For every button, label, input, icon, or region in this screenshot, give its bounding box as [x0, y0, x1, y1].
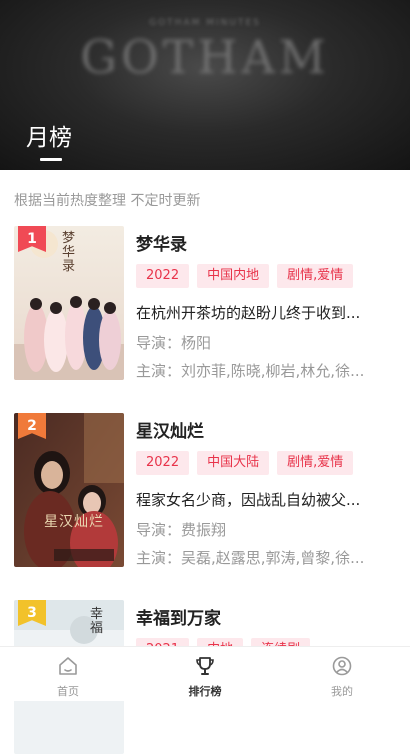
tab-rank-label: 排行榜 [188, 685, 222, 698]
list-item[interactable]: 梦华录 1 梦华录 2022 中国内地 剧情,爱情 在杭州开茶坊的赵盼儿终于收到..… [14, 226, 396, 382]
tab-home-label: 首页 [57, 685, 79, 698]
item-title[interactable]: 星汉灿烂 [136, 417, 204, 442]
poster-illustration [14, 413, 124, 567]
tag-region: 中国内地 [197, 264, 270, 288]
tab-mine[interactable]: 我的 [274, 647, 410, 701]
tab-mine-label: 我的 [331, 685, 353, 698]
item-director: 导演：杨阳 [136, 334, 212, 352]
profile-icon [332, 656, 352, 676]
poster-text: 星汉灿烂 [44, 514, 104, 530]
page-subtitle: 根据当前热度整理 不定时更新 [14, 193, 201, 209]
list-item[interactable]: 星汉灿烂 2 星汉灿烂 2022 中国大陆 剧情,爱情 程家女名少商，因战乱自幼被父… [14, 413, 396, 569]
tab-rank[interactable]: 排行榜 [137, 647, 273, 701]
poster-text: 幸福 [90, 607, 104, 636]
home-icon [59, 657, 77, 675]
trophy-icon [196, 657, 214, 675]
tag-genre: 剧情,爱情 [277, 264, 354, 288]
tag-year: 2022 [136, 451, 190, 475]
title-underline [40, 158, 62, 161]
tab-home[interactable]: 首页 [0, 647, 136, 701]
tag-row: 2022 中国大陆 剧情,爱情 [136, 451, 361, 475]
item-director: 导演：费振翔 [136, 521, 227, 539]
hero-background-subtext: GOTHAM MINUTES [149, 18, 261, 28]
item-description: 在杭州开茶坊的赵盼儿终于收到... [136, 304, 361, 322]
item-description: 程家女名少商，因战乱自幼被父... [136, 491, 361, 509]
item-cast: 主演：刘亦菲,陈晓,柳岩,林允,徐... [136, 362, 365, 380]
bottom-tab-bar: 首页 排行榜 我的 [0, 646, 410, 701]
poster-image[interactable]: 梦华录 1 [14, 226, 124, 380]
tag-genre: 剧情,爱情 [277, 451, 354, 475]
page-title: 月榜 [26, 125, 72, 151]
item-title[interactable]: 幸福到万家 [136, 604, 221, 629]
item-title[interactable]: 梦华录 [136, 230, 187, 255]
tag-region: 中国大陆 [197, 451, 270, 475]
poster-image[interactable]: 星汉灿烂 2 [14, 413, 124, 567]
poster-text: 梦华录 [62, 231, 76, 274]
tag-year: 2022 [136, 264, 190, 288]
item-cast: 主演：吴磊,赵露思,郭涛,曾黎,徐... [136, 549, 365, 567]
tag-row: 2022 中国内地 剧情,爱情 [136, 264, 361, 288]
hero-background-text: GOTHAM [80, 30, 330, 84]
hero-banner: GOTHAM MINUTES GOTHAM 月榜 [0, 0, 410, 170]
